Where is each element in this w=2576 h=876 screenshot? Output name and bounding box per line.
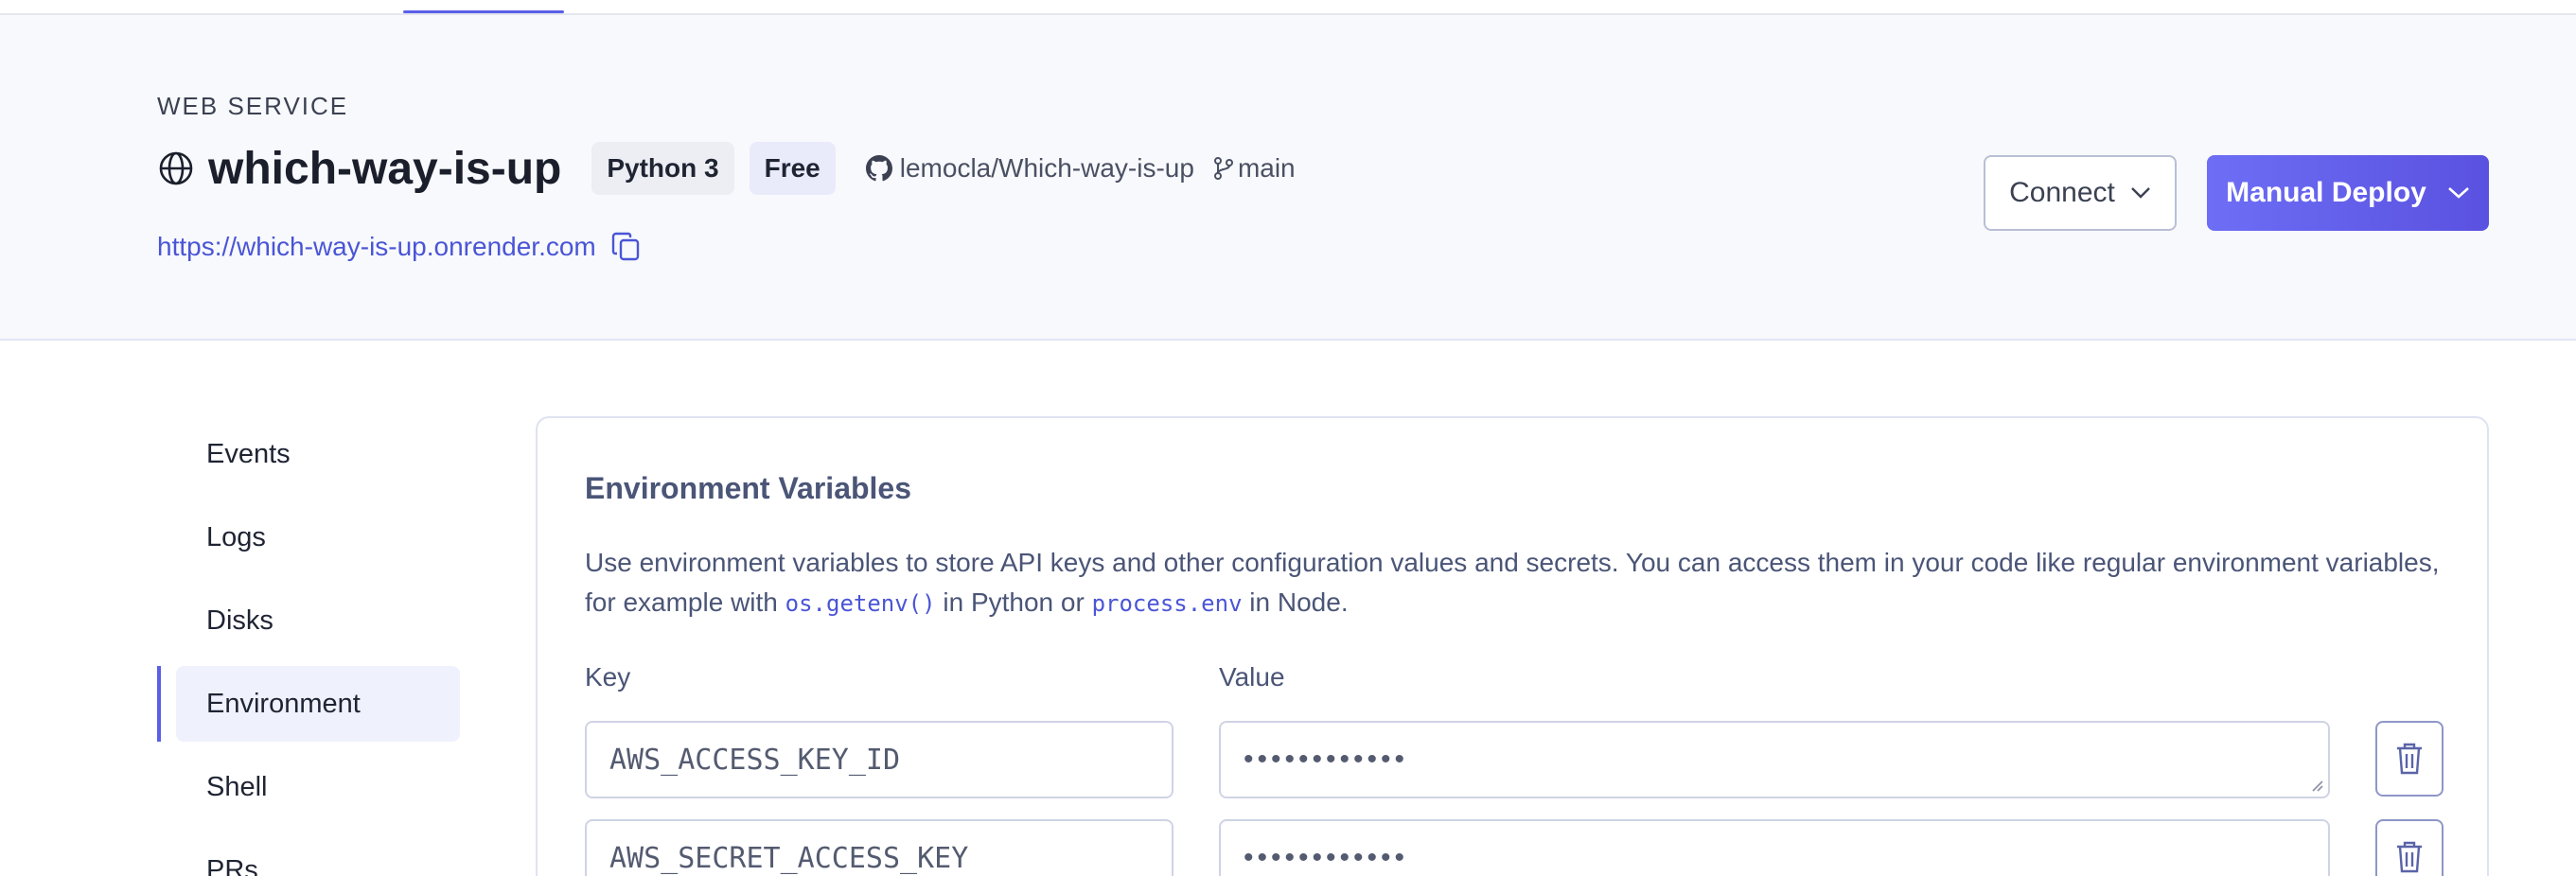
sidebar-item-shell[interactable]: Shell [157,749,460,825]
sidebar-item-logs[interactable]: Logs [157,499,460,575]
sidebar-item-label: Disks [206,604,273,636]
active-tab-indicator [403,10,564,13]
sidebar-item-label: Events [206,438,291,469]
delete-env-var-button[interactable] [2375,721,2444,797]
branch-name: main [1237,153,1296,183]
key-column-label: Key [585,662,631,692]
manual-deploy-button[interactable]: Manual Deploy [2207,155,2489,231]
globe-icon [157,149,195,187]
manual-deploy-label: Manual Deploy [2226,177,2426,208]
github-icon [865,155,892,182]
branch: main [1213,153,1296,184]
chevron-down-icon [2447,187,2469,199]
chevron-down-icon [2131,187,2150,199]
connect-button-label: Connect [2009,177,2115,208]
trash-icon [2397,743,2422,775]
code-snippet: os.getenv() [785,590,936,617]
section-title: Environment Variables [585,471,912,505]
env-key-input[interactable]: AWS_SECRET_ACCESS_KEY [585,819,1173,876]
trash-icon [2397,841,2422,873]
sidebar-item-events[interactable]: Events [157,416,460,492]
sidebar-item-prs[interactable]: PRs [157,832,460,876]
env-value-input[interactable]: •••••••••••• [1219,819,2330,876]
page-title: which-way-is-up [208,143,562,194]
masked-value: •••••••••••• [1244,842,1409,873]
service-url-link[interactable]: https://which-way-is-up.onrender.com [157,232,596,262]
env-var-row: AWS_ACCESS_KEY_ID •••••••••••• [585,721,2444,798]
value-column-label: Value [1219,662,1285,692]
delete-env-var-button[interactable] [2375,819,2444,876]
code-snippet: process.env [1091,590,1243,617]
connect-button[interactable]: Connect [1984,155,2177,231]
plan-badge: Free [749,142,836,195]
service-header: WEB SERVICE which-way-is-up Python 3 Fre… [0,15,2576,341]
environment-variables-card: Environment Variables Use environment va… [536,416,2489,876]
repo-name: lemocla/Which-way-is-up [899,153,1194,183]
url-row: https://which-way-is-up.onrender.com [157,231,642,263]
title-row: which-way-is-up Python 3 Free lemocla/Wh… [157,140,1296,197]
sidebar-item-environment[interactable]: Environment [157,666,460,742]
sidebar-item-label: Shell [206,771,268,802]
copy-icon[interactable] [611,231,642,263]
env-value-input[interactable]: •••••••••••• [1219,721,2330,798]
sidebar-item-label: Environment [206,688,361,719]
sidebar-item-label: PRs [206,854,258,876]
desc-text: in Python or [935,587,1092,617]
resize-handle-icon[interactable] [2309,778,2324,793]
masked-value: •••••••••••• [1244,744,1409,775]
section-description: Use environment variables to store API k… [585,543,2440,623]
git-branch-icon [1213,157,1233,180]
env-var-row: AWS_SECRET_ACCESS_KEY •••••••••••• [585,819,2444,876]
service-kind-label: WEB SERVICE [157,92,349,120]
env-key-input[interactable]: AWS_ACCESS_KEY_ID [585,721,1173,798]
runtime-badge: Python 3 [591,142,734,195]
repo-link[interactable]: lemocla/Which-way-is-up [865,153,1194,184]
sidebar-item-label: Logs [206,521,266,552]
desc-text: in Node. [1242,587,1349,617]
top-tab-strip [0,0,2576,15]
sidebar-nav: Events Logs Disks Environment Shell PRs [157,416,460,876]
sidebar-item-disks[interactable]: Disks [157,583,460,658]
